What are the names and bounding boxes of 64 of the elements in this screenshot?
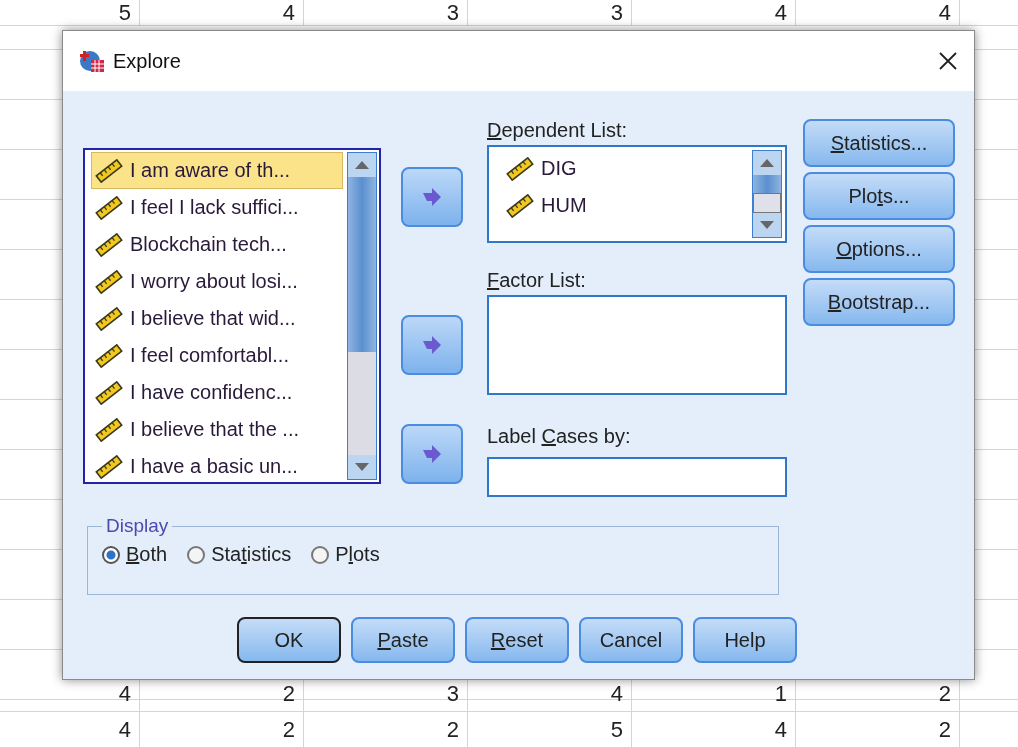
variable-item[interactable]: I feel I lack suffici...: [91, 189, 343, 226]
dialog-button[interactable]: Statistics...: [803, 119, 955, 167]
app-icon: [79, 49, 105, 73]
arrow-right-icon: [421, 187, 443, 207]
table-cell: 4: [632, 712, 796, 747]
field-label: Label Cases by:: [487, 425, 632, 449]
scrollbar[interactable]: [752, 150, 782, 238]
window-title: Explore: [113, 49, 181, 73]
table-cell: 2: [304, 712, 468, 747]
table-cell: 3: [304, 0, 468, 25]
move-arrow-button[interactable]: [401, 424, 463, 484]
variable-item[interactable]: Blockchain tech...: [91, 226, 343, 263]
scrollbar[interactable]: [347, 152, 377, 480]
move-arrow-button[interactable]: [401, 167, 463, 227]
variable-list[interactable]: I am aware of th... I feel I lack suffici... Blockchain tech... I worry about losi... I believe that wid... I feel comfortabl... I have confidenc... I believe that the ... I have a basic un...: [83, 148, 381, 484]
table-cell: 4: [140, 0, 304, 25]
table-cell: 4: [632, 0, 796, 25]
table-cell: 4: [0, 712, 140, 747]
scroll-up-icon[interactable]: [760, 159, 774, 167]
scroll-thumb[interactable]: [348, 177, 376, 352]
scroll-down-icon[interactable]: [355, 463, 369, 471]
variable-item[interactable]: I feel comfortabl...: [91, 337, 343, 374]
field-label: Factor List:: [487, 269, 587, 293]
variable-item[interactable]: I have confidenc...: [91, 374, 343, 411]
radio-button[interactable]: [102, 545, 120, 564]
factor-list-field[interactable]: [487, 295, 787, 395]
dialog-button[interactable]: Bootstrap...: [803, 278, 955, 326]
variable-item[interactable]: I believe that wid...: [91, 300, 343, 337]
radio-option[interactable]: Both: [102, 543, 168, 566]
dialog-button[interactable]: Help: [693, 617, 797, 663]
dialog-button[interactable]: Cancel: [579, 617, 683, 663]
dialog-button[interactable]: Reset: [465, 617, 569, 663]
dialog-button[interactable]: OK: [237, 617, 341, 663]
table-cell: 4: [796, 0, 960, 25]
scroll-down-icon[interactable]: [760, 221, 774, 229]
radio-option[interactable]: Statistics: [187, 543, 292, 566]
dialog-button[interactable]: Plots...: [803, 172, 955, 220]
variable-item[interactable]: I have a basic un...: [91, 448, 343, 480]
arrow-right-icon: [421, 335, 443, 355]
group-title: Display: [105, 515, 170, 537]
variable-item[interactable]: I worry about losi...: [91, 263, 343, 300]
label-cases-field[interactable]: [487, 457, 787, 497]
variable-item[interactable]: I am aware of th...: [91, 152, 343, 189]
variable-item[interactable]: DIG: [502, 150, 742, 187]
close-icon[interactable]: [938, 51, 958, 71]
scroll-track[interactable]: [753, 175, 781, 193]
table-cell: 5: [0, 0, 140, 25]
dialog-button[interactable]: Paste: [351, 617, 455, 663]
scroll-thumb[interactable]: [753, 193, 781, 213]
table-cell: 3: [468, 0, 632, 25]
table-cell: 2: [796, 712, 960, 747]
move-arrow-button[interactable]: [401, 315, 463, 375]
dialog-button[interactable]: Options...: [803, 225, 955, 273]
variable-item[interactable]: I believe that the ...: [91, 411, 343, 448]
variable-item[interactable]: HUM: [502, 187, 742, 224]
dependent-list-field[interactable]: DIG HUM: [487, 145, 787, 243]
radio-button[interactable]: [311, 545, 330, 564]
radio-option[interactable]: Plots: [311, 543, 380, 566]
scroll-up-icon[interactable]: [355, 161, 369, 169]
table-cell: 5: [468, 712, 632, 747]
table-cell: 2: [140, 712, 304, 747]
arrow-right-icon: [421, 444, 443, 464]
radio-button[interactable]: [187, 545, 206, 564]
field-label: Dependent List:: [487, 119, 629, 143]
